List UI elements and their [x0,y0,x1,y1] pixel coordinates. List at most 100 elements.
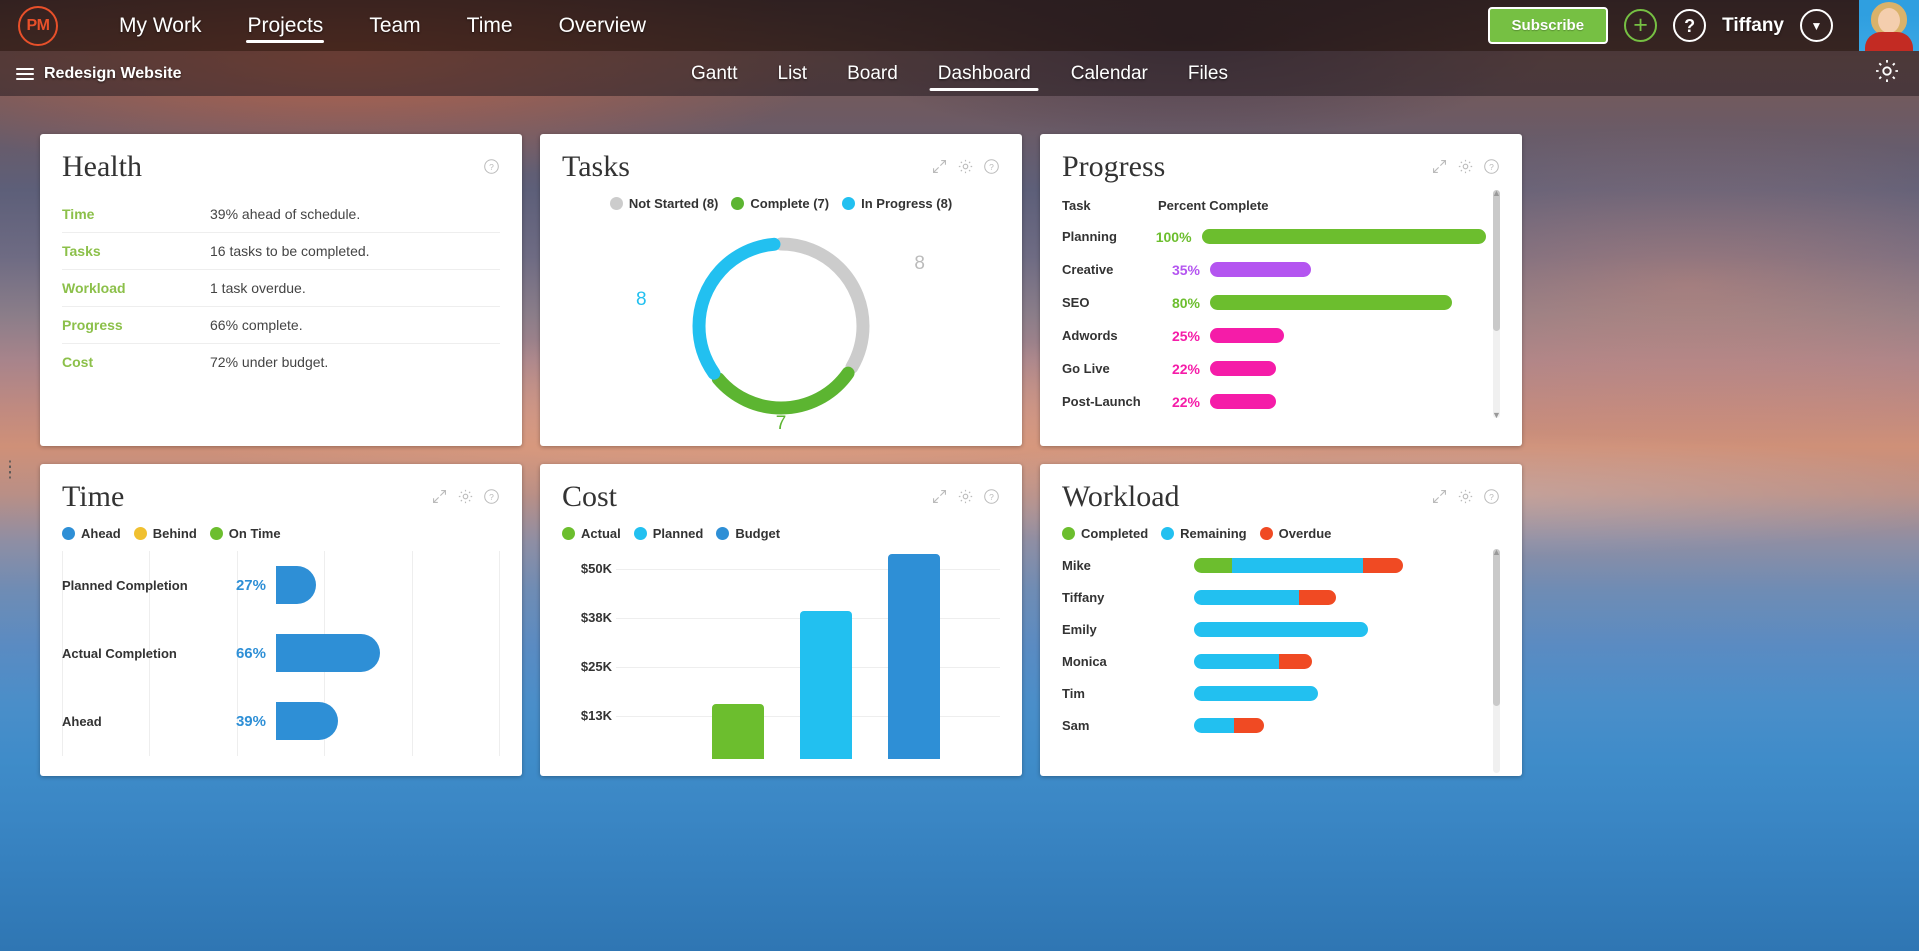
list-item[interactable]: Monica [1062,645,1486,677]
chevron-down-icon[interactable]: ▼ [1800,9,1833,42]
list-item[interactable]: Mike [1062,549,1486,581]
card-progress-title: Progress [1062,150,1166,183]
card-progress: Progress ? Task Percent Complete Plannin… [1040,134,1522,446]
panel-drag-handle[interactable]: ⋮ ⋮ [2,460,18,481]
expand-icon[interactable] [1431,488,1448,505]
expand-icon[interactable] [931,158,948,175]
hamburger-icon[interactable] [16,67,34,80]
avatar-face [1878,8,1900,33]
avatar[interactable] [1859,0,1919,51]
legend-item-in-progress[interactable]: In Progress (8) [842,196,952,211]
help-icon[interactable]: ? [1483,488,1500,505]
list-item[interactable]: Emily [1062,613,1486,645]
legend-item-on-time[interactable]: On Time [209,526,281,541]
list-item[interactable]: Go Live 22% [1062,352,1486,385]
tab-list[interactable]: List [758,51,828,96]
chevron-up-icon[interactable]: ▲ [1492,190,1500,198]
health-table: Time 39% ahead of schedule. Tasks 16 tas… [62,196,500,380]
legend-item-not-started[interactable]: Not Started (8) [609,196,719,211]
list-item[interactable]: Post-Launch 22% [1062,385,1486,418]
legend-item-behind[interactable]: Behind [133,526,197,541]
tab-calendar[interactable]: Calendar [1051,51,1168,96]
cost-bar-chart: $50K $38K $25K $13K [562,549,1000,759]
card-progress-header: Progress ? [1062,152,1500,182]
health-label-progress: Progress [62,317,123,333]
progress-pct-adwords: 25% [1171,327,1200,344]
legend-item-complete[interactable]: Complete (7) [731,196,829,211]
legend-label-actual: Actual [581,526,621,541]
legend-item-completed[interactable]: Completed [1062,526,1148,541]
list-item[interactable]: Creative 35% [1062,253,1486,286]
workload-seg-overdue [1279,653,1312,669]
nav-item-overview[interactable]: Overview [536,0,670,51]
time-value-actual-completion: 66% [235,644,266,662]
help-icon[interactable]: ? [983,158,1000,175]
dashboard-grid: Health ? Time 39% ahead of schedule. Tas… [0,96,1919,951]
workload-seg-remaining [1232,557,1363,573]
chevron-down-icon[interactable]: ▼ [1492,410,1500,418]
legend-swatch-ahead [62,527,75,540]
tab-board[interactable]: Board [827,51,918,96]
expand-icon[interactable] [431,488,448,505]
card-workload-tools: ? [1431,482,1500,505]
progress-column-headers: Task Percent Complete [1062,190,1486,220]
plus-icon[interactable]: + [1624,9,1658,42]
time-bar-actual-completion [276,634,380,672]
expand-icon[interactable] [931,488,948,505]
gear-icon[interactable] [957,158,974,175]
card-tasks: Tasks ? Not Started (8) Complete (7) In … [540,134,1022,446]
progress-col-percent: Percent Complete [1158,197,1269,213]
question-icon[interactable]: ? [1673,9,1707,42]
legend-label-not-started: Not Started (8) [628,196,719,211]
gear-icon[interactable] [1457,488,1474,505]
tasks-legend: Not Started (8) Complete (7) In Progress… [562,196,1000,211]
progress-task-adwords: Adwords [1062,328,1118,343]
progress-bar-go-live [1210,361,1276,376]
chevron-up-icon[interactable]: ▲ [1492,549,1500,557]
subscribe-button[interactable]: Subscribe [1487,7,1609,44]
workload-scrollbar-thumb[interactable] [1493,549,1500,706]
tab-gantt[interactable]: Gantt [671,51,757,96]
list-item[interactable]: SEO 80% [1062,286,1486,319]
help-icon[interactable]: ? [983,488,1000,505]
gear-icon[interactable] [1457,158,1474,175]
help-icon[interactable]: ? [483,488,500,505]
legend-item-actual[interactable]: Actual [562,526,621,541]
gear-icon[interactable] [457,488,474,505]
legend-item-ahead[interactable]: Ahead [62,526,121,541]
table-row: Progress 66% complete. [62,307,500,344]
gear-icon[interactable] [1873,57,1901,90]
health-label-workload: Workload [62,280,126,296]
expand-icon[interactable] [1431,158,1448,175]
help-icon[interactable]: ? [1483,158,1500,175]
nav-item-my-work[interactable]: My Work [96,0,224,51]
nav-item-time[interactable]: Time [444,0,536,51]
nav-item-team[interactable]: Team [346,0,443,51]
tab-files[interactable]: Files [1168,51,1248,96]
project-toolbar: Redesign Website Gantt List Board Dashbo… [0,51,1919,96]
legend-item-overdue[interactable]: Overdue [1259,526,1331,541]
list-item[interactable]: Planning 100% [1062,220,1486,253]
legend-item-remaining[interactable]: Remaining [1161,526,1247,541]
list-item[interactable]: Sam [1062,709,1486,741]
legend-item-budget[interactable]: Budget [716,526,780,541]
tab-dashboard[interactable]: Dashboard [918,51,1051,96]
app-logo[interactable]: PM [18,5,58,46]
card-health-title: Health [62,150,142,183]
cost-ytick-50k: $50K [580,561,612,576]
list-item[interactable]: Tiffany [1062,581,1486,613]
progress-scrollbar[interactable] [1493,190,1500,418]
user-name-label[interactable]: Tiffany [1722,15,1784,37]
workload-scrollbar[interactable] [1493,549,1500,773]
workload-seg-overdue [1363,557,1403,573]
progress-pct-seo: 80% [1171,294,1200,311]
gear-icon[interactable] [957,488,974,505]
health-value-workload: 1 task overdue. [210,280,306,296]
time-row-planned: Planned Completion 27% [62,551,500,619]
legend-item-planned[interactable]: Planned [633,526,703,541]
nav-item-projects[interactable]: Projects [224,0,346,51]
progress-scrollbar-thumb[interactable] [1493,190,1500,332]
list-item[interactable]: Tim [1062,677,1486,709]
help-icon[interactable]: ? [483,158,500,175]
list-item[interactable]: Adwords 25% [1062,319,1486,352]
